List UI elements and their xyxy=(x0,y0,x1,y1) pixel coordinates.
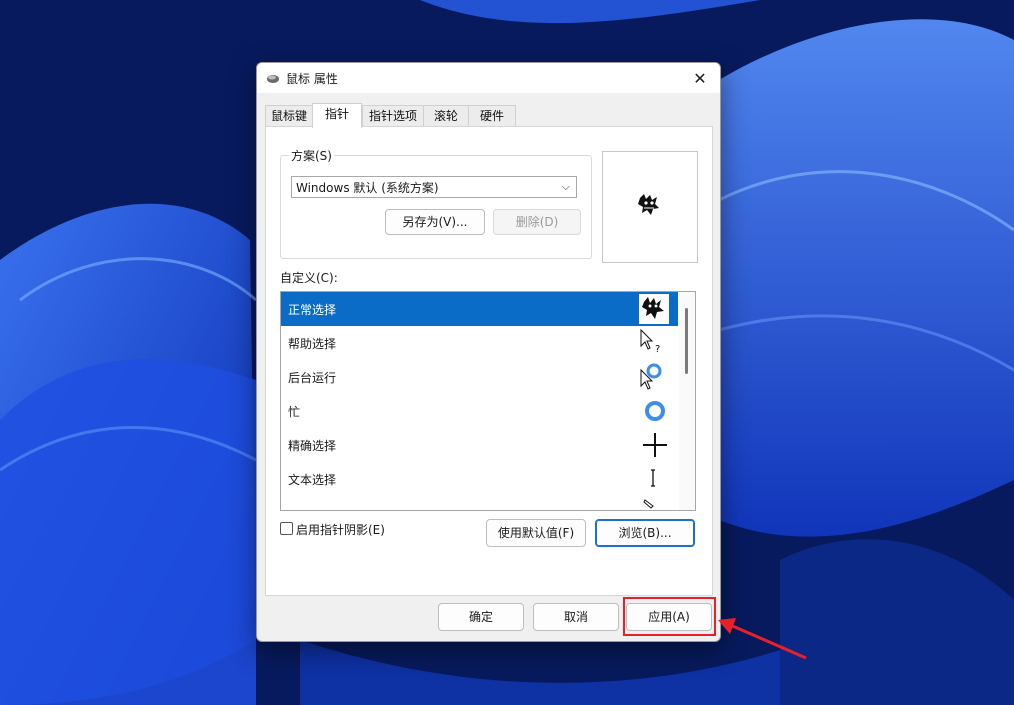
cursor-role-label: 帮助选择 xyxy=(288,337,337,351)
pointer-shadow-label: 启用指针阴影(E) xyxy=(296,523,385,537)
scheme-legend: 方案(S) xyxy=(289,147,334,164)
close-icon: ✕ xyxy=(693,68,707,88)
title-bar[interactable]: 鼠标 属性 ✕ xyxy=(257,63,720,93)
list-item[interactable]: 文本选择 xyxy=(281,462,678,496)
pointer-shadow-checkbox[interactable] xyxy=(280,522,293,535)
tab-pointers[interactable]: 指针 xyxy=(312,103,362,128)
cursor-preview xyxy=(602,151,698,263)
text-cursor-icon xyxy=(651,469,655,487)
tab-hardware[interactable]: 硬件 xyxy=(468,105,516,127)
scheme-select[interactable]: Windows 默认 (系统方案) ⌵ xyxy=(291,176,577,198)
cursor-role-label: 正常选择 xyxy=(288,303,337,317)
chevron-down-icon: ⌵ xyxy=(561,180,570,193)
cursor-role-label: 后台运行 xyxy=(288,371,337,385)
gremlin-cursor-icon xyxy=(639,294,669,324)
gremlin-cursor-icon xyxy=(637,194,661,216)
apply-highlight-box xyxy=(623,597,716,636)
help-cursor-icon: ? xyxy=(640,328,660,355)
mouse-icon xyxy=(267,75,279,83)
close-button[interactable]: ✕ xyxy=(680,63,720,93)
tab-mouse-buttons[interactable]: 鼠标键 xyxy=(265,105,313,127)
handwriting-cursor-icon xyxy=(643,499,654,509)
list-item[interactable] xyxy=(281,496,678,510)
cursor-list[interactable]: 正常选择 帮助选择 ? 后台运行 忙 精确选择 文本选择 xyxy=(280,291,696,511)
delete-scheme-button[interactable]: 删除(D) xyxy=(493,209,581,235)
cursor-role-label: 忙 xyxy=(288,405,301,419)
list-item[interactable]: 帮助选择 ? xyxy=(281,326,678,360)
cursor-role-label: 文本选择 xyxy=(288,473,337,487)
list-item[interactable]: 后台运行 xyxy=(281,360,678,394)
svg-text:?: ? xyxy=(655,344,660,355)
pointers-tab-panel: 方案(S) Windows 默认 (系统方案) ⌵ 另存为(V)... 删除(D… xyxy=(265,126,713,596)
precision-cursor-icon xyxy=(643,433,667,457)
cancel-button[interactable]: 取消 xyxy=(533,603,619,631)
ok-button[interactable]: 确定 xyxy=(438,603,524,631)
tab-pointer-options[interactable]: 指针选项 xyxy=(362,105,424,127)
working-cursor-icon xyxy=(640,363,662,390)
mouse-properties-dialog: 鼠标 属性 ✕ 鼠标键 指针 指针选项 滚轮 硬件 方案(S) Windows … xyxy=(256,62,721,642)
cursor-role-label: 精确选择 xyxy=(288,439,337,453)
scroll-thumb[interactable] xyxy=(685,308,688,374)
list-item[interactable]: 正常选择 xyxy=(281,292,678,326)
scheme-select-value: Windows 默认 (系统方案) xyxy=(296,181,439,195)
dialog-title: 鼠标 属性 xyxy=(286,72,338,86)
busy-cursor-icon xyxy=(645,401,665,421)
scheme-group: 方案(S) Windows 默认 (系统方案) ⌵ 另存为(V)... 删除(D… xyxy=(280,147,592,259)
list-item[interactable]: 精确选择 xyxy=(281,428,678,462)
list-scrollbar[interactable] xyxy=(679,292,695,510)
list-item[interactable]: 忙 xyxy=(281,394,678,428)
use-default-button[interactable]: 使用默认值(F) xyxy=(486,519,586,547)
tab-wheel[interactable]: 滚轮 xyxy=(423,105,469,127)
customize-label: 自定义(C): xyxy=(280,271,338,285)
save-as-button[interactable]: 另存为(V)... xyxy=(385,209,485,235)
browse-button[interactable]: 浏览(B)... xyxy=(595,519,695,547)
annotation-arrow-icon xyxy=(718,618,807,660)
